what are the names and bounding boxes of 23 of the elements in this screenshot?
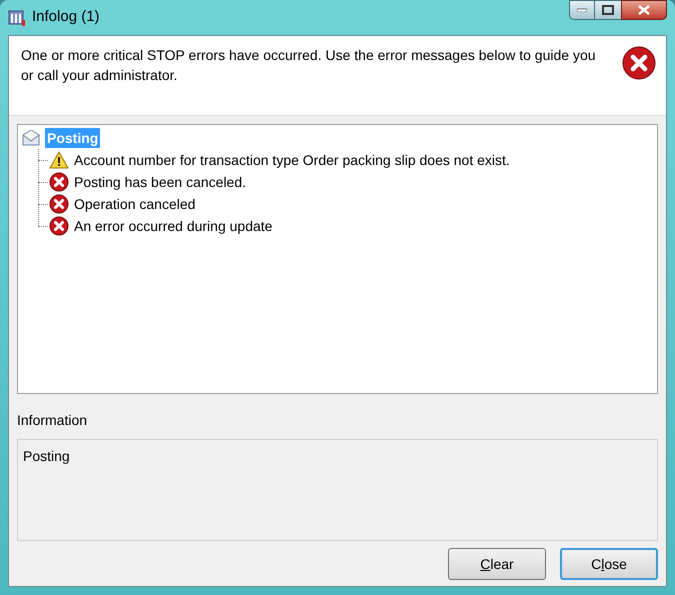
tree-item[interactable]: An error occurred during update: [74, 216, 272, 236]
close-icon: [638, 5, 650, 15]
minimize-button[interactable]: [569, 0, 595, 20]
section-heading: Information: [17, 411, 88, 430]
close-button[interactable]: [621, 0, 667, 20]
maximize-icon: [602, 5, 614, 15]
window-title: Infolog (1): [32, 7, 100, 28]
warning-icon: [49, 151, 69, 169]
tree-item[interactable]: Posting has been canceled.: [74, 172, 246, 192]
error-icon: [49, 194, 69, 214]
app-icon: [8, 8, 26, 26]
envelope-icon: [22, 130, 40, 146]
error-message: One or more critical STOP errors have occurred. Use the error messages below to guide you or call your administrator.: [21, 46, 597, 85]
tree-item[interactable]: Operation canceled: [74, 194, 196, 214]
error-icon: [622, 46, 656, 80]
error-icon: [49, 172, 69, 192]
information-text: Posting: [23, 448, 70, 464]
maximize-button[interactable]: [595, 0, 621, 20]
minimize-icon: [577, 8, 587, 12]
tree-item[interactable]: Account number for transaction type Order packing slip does not exist.: [74, 150, 510, 170]
error-icon: [49, 216, 69, 236]
dialog-button[interactable]: Close: [560, 548, 658, 580]
dialog-button[interactable]: Clear: [448, 548, 546, 580]
